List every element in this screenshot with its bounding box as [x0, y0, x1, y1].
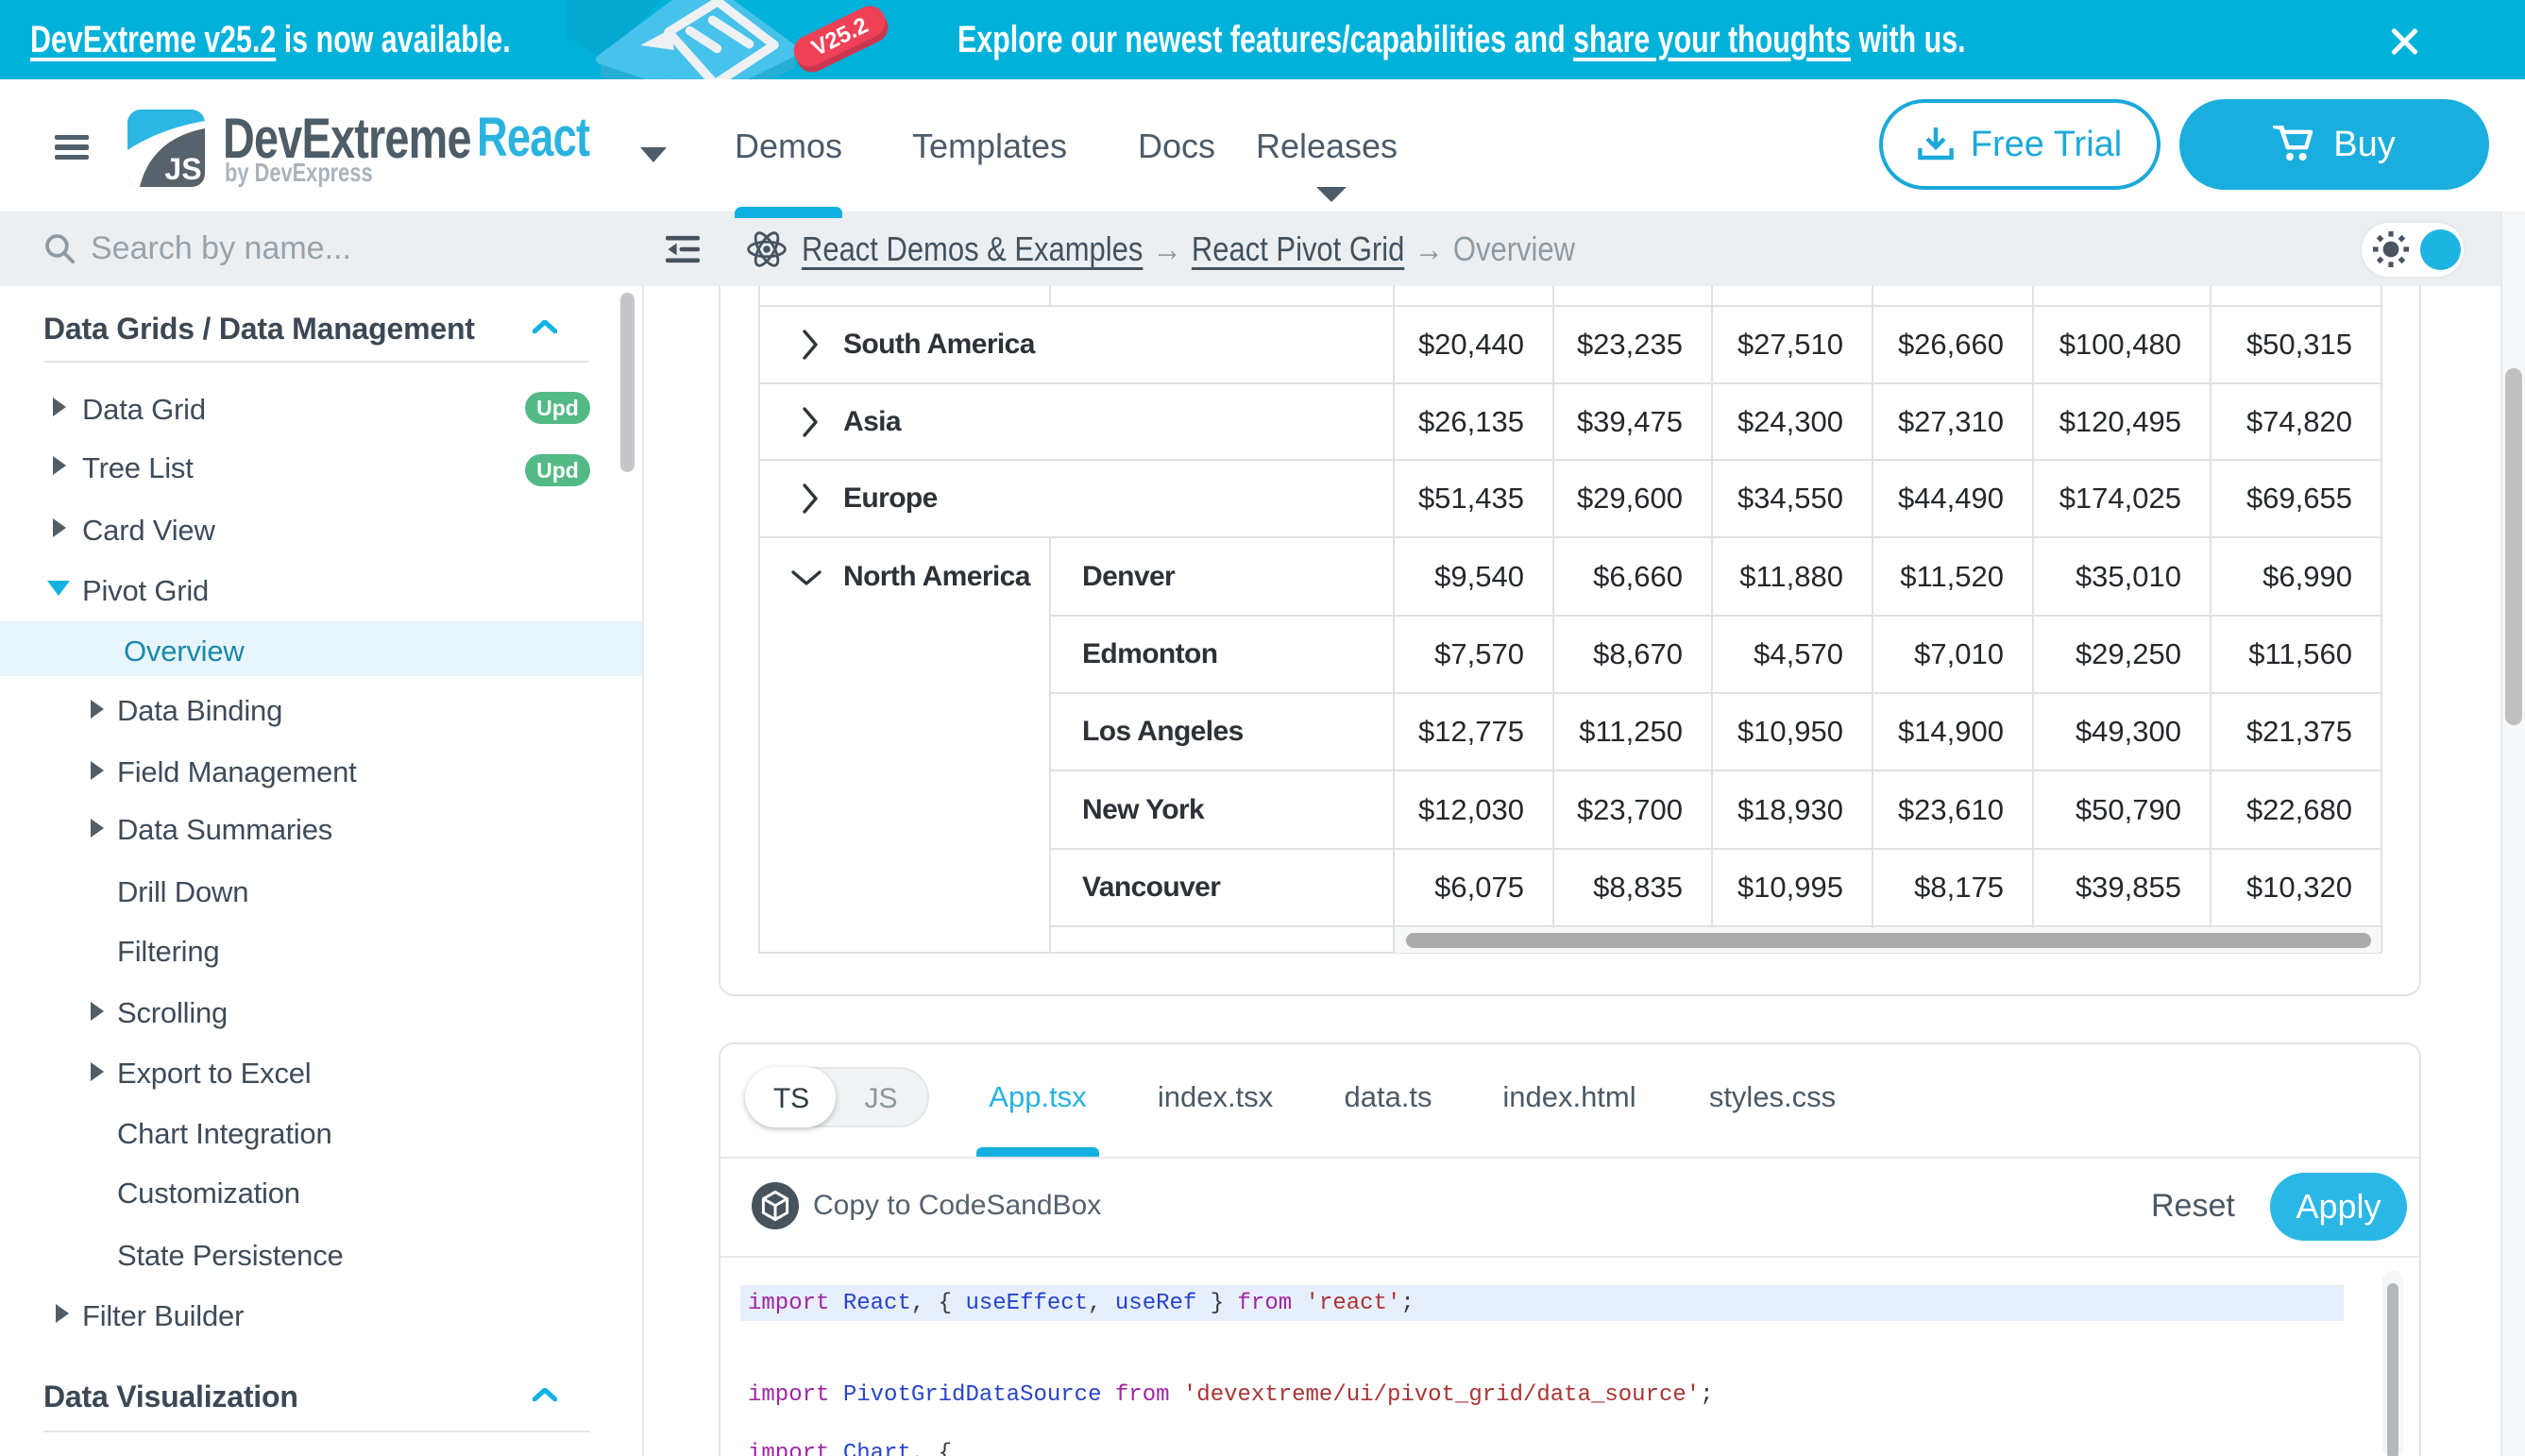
svg-text:JS: JS	[164, 152, 201, 186]
